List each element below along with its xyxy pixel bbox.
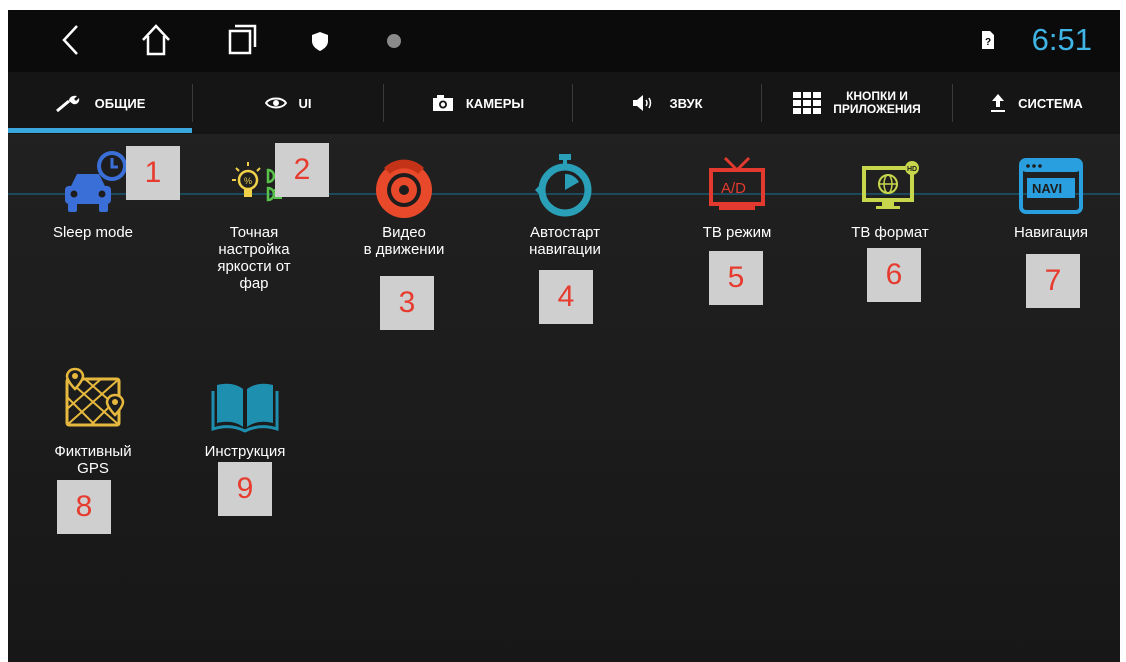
grid-icon (793, 92, 822, 114)
app-label: Автостарт навигации (529, 224, 601, 258)
number-badge: 2 (275, 143, 329, 197)
back-icon[interactable] (52, 20, 92, 60)
app-label: ТВ режим (702, 224, 772, 241)
tv-hd-icon: HD (862, 161, 919, 209)
app-tv-format[interactable]: HD ТВ формат (815, 146, 965, 241)
tab-label-line1: КНОПКИ И (846, 89, 908, 103)
number-badge: 1 (126, 146, 180, 200)
app-video-in-motion[interactable]: Видео в движении (329, 146, 479, 258)
upload-icon (990, 93, 1006, 113)
screen: ? 6:51 ОБЩИЕ UI КАМЕРЫ ЗВУК КНОПКИ И ПРИ… (8, 10, 1120, 662)
tab-label: ОБЩИЕ (94, 95, 146, 111)
recents-icon[interactable] (222, 20, 262, 60)
svg-text:HD: HD (907, 166, 917, 173)
tab-ui[interactable]: UI (193, 72, 383, 134)
map-pin-icon (65, 367, 125, 427)
number-badge: 6 (867, 248, 921, 302)
status-bar: ? 6:51 (8, 10, 1120, 72)
tab-bar: ОБЩИЕ UI КАМЕРЫ ЗВУК КНОПКИ И ПРИЛОЖЕНИЯ… (8, 72, 1120, 195)
number-badge: 8 (57, 480, 111, 534)
app-label: Инструкция (204, 443, 286, 460)
tab-system[interactable]: СИСТЕМА (953, 72, 1120, 134)
brake-disc-icon (376, 159, 432, 218)
circle-icon (374, 20, 414, 60)
app-fake-gps[interactable]: Фиктивный GPS (18, 365, 168, 477)
app-label: Точная настройка яркости от фар (217, 224, 291, 292)
eye-icon (264, 96, 287, 110)
tab-label: СИСТЕМА (1018, 95, 1083, 111)
app-label: ТВ формат (851, 224, 929, 241)
tv-ad-icon: A/D (709, 156, 765, 210)
app-label: Фиктивный GPS (54, 443, 132, 477)
navi-icon: NAVI (1019, 158, 1083, 214)
shield-icon (300, 20, 340, 60)
svg-text:?: ? (985, 37, 991, 48)
svg-text:A/D: A/D (721, 180, 746, 197)
app-navigation[interactable]: NAVI Навигация (976, 146, 1120, 241)
number-badge: 4 (539, 270, 593, 324)
app-label: Sleep mode (52, 224, 134, 241)
app-tv-mode[interactable]: A/D ТВ режим (662, 146, 812, 241)
stopwatch-icon (535, 154, 592, 217)
number-badge: 5 (709, 251, 763, 305)
number-badge: 7 (1026, 254, 1080, 308)
book-icon (211, 383, 279, 433)
tab-cameras[interactable]: КАМЕРЫ (384, 72, 572, 134)
clock: 6:51 (1031, 22, 1092, 57)
app-label: Навигация (1013, 224, 1089, 241)
sim-card-icon: ? (982, 31, 994, 49)
tab-label: UI (298, 95, 312, 111)
number-badge: 3 (380, 276, 434, 330)
svg-text:NAVI: NAVI (1032, 181, 1062, 196)
tab-label: ЗВУК (669, 95, 703, 111)
wrench-icon (55, 93, 83, 113)
camera-icon (432, 94, 454, 112)
app-instruction[interactable]: Инструкция (170, 365, 320, 460)
home-icon[interactable] (136, 20, 176, 60)
app-label: Видео в движении (363, 224, 445, 258)
app-navigation-autostart[interactable]: Автостарт навигации (490, 146, 640, 258)
car-clock-icon (65, 151, 127, 212)
active-tab-indicator (8, 128, 192, 133)
speaker-icon (631, 93, 657, 113)
tab-sound[interactable]: ЗВУК (573, 72, 761, 134)
number-badge: 9 (218, 462, 272, 516)
tab-buttons-apps[interactable]: КНОПКИ И ПРИЛОЖЕНИЯ (762, 72, 952, 134)
tab-label: КАМЕРЫ (465, 95, 525, 111)
svg-text:%: % (244, 176, 252, 186)
tab-label-line2: ПРИЛОЖЕНИЯ (833, 102, 921, 116)
tab-general[interactable]: ОБЩИЕ (8, 72, 192, 134)
